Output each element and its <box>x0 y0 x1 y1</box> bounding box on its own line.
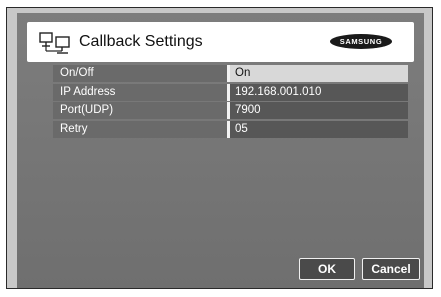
settings-table: On/Off On IP Address 192.168.001.010 Por… <box>53 65 408 139</box>
setting-value-on-off[interactable]: On <box>230 65 408 82</box>
setting-value-port[interactable]: 7900 <box>230 102 408 119</box>
setting-label: Retry <box>53 120 230 138</box>
setting-value-retry[interactable]: 05 <box>230 120 408 138</box>
cancel-button[interactable]: Cancel <box>362 258 420 280</box>
dialog-title: Callback Settings <box>79 33 203 50</box>
callback-settings-panel: Callback Settings SAMSUNG On/Off On IP A… <box>17 13 424 288</box>
title-bar: Callback Settings SAMSUNG <box>27 22 414 62</box>
setting-label: On/Off <box>53 65 230 82</box>
setting-row-on-off[interactable]: On/Off On <box>53 65 408 82</box>
setting-value-ip-address[interactable]: 192.168.001.010 <box>230 83 408 101</box>
samsung-logo: SAMSUNG <box>330 34 392 49</box>
ok-button[interactable]: OK <box>299 258 355 280</box>
setting-row-port[interactable]: Port(UDP) 7900 <box>53 102 408 119</box>
setting-label: IP Address <box>53 83 230 101</box>
setting-row-ip-address[interactable]: IP Address 192.168.001.010 <box>53 83 408 101</box>
setting-row-retry[interactable]: Retry 05 <box>53 120 408 138</box>
setting-label: Port(UDP) <box>53 102 230 119</box>
network-computers-icon <box>39 32 70 54</box>
